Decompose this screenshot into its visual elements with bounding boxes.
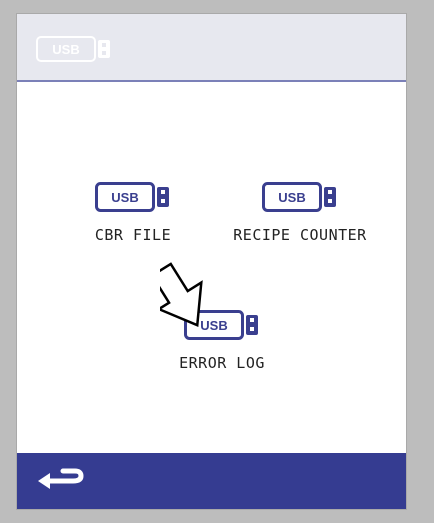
- usb-badge: USB: [200, 318, 227, 333]
- usb-badge: USB: [111, 190, 138, 205]
- usb-drive-icon: USB: [36, 36, 110, 62]
- usb-badge: USB: [278, 190, 305, 205]
- cbr-file-button[interactable]: USB CBR FILE: [48, 182, 218, 244]
- usb-drive-icon: USB: [262, 182, 336, 212]
- header-bar: USB: [17, 14, 406, 82]
- recipe-counter-label: RECIPE COUNTER: [233, 226, 367, 244]
- usb-drive-icon: USB: [184, 310, 258, 340]
- usb-drive-icon: USB: [95, 182, 169, 212]
- recipe-counter-button[interactable]: USB RECIPE COUNTER: [215, 182, 385, 244]
- error-log-button[interactable]: USB ERROR LOG: [137, 310, 307, 372]
- usb-menu: USB CBR FILE USB RECIPE COUNTER USB ERRO…: [17, 82, 406, 454]
- cbr-file-label: CBR FILE: [94, 226, 172, 244]
- header-usb-badge: USB: [52, 42, 79, 57]
- error-log-label: ERROR LOG: [179, 354, 265, 372]
- back-arrow-icon[interactable]: [35, 466, 85, 496]
- device-screen: USB USB CBR FILE USB RECIPE COUNTER USB …: [16, 13, 407, 510]
- footer-bar: [17, 453, 406, 509]
